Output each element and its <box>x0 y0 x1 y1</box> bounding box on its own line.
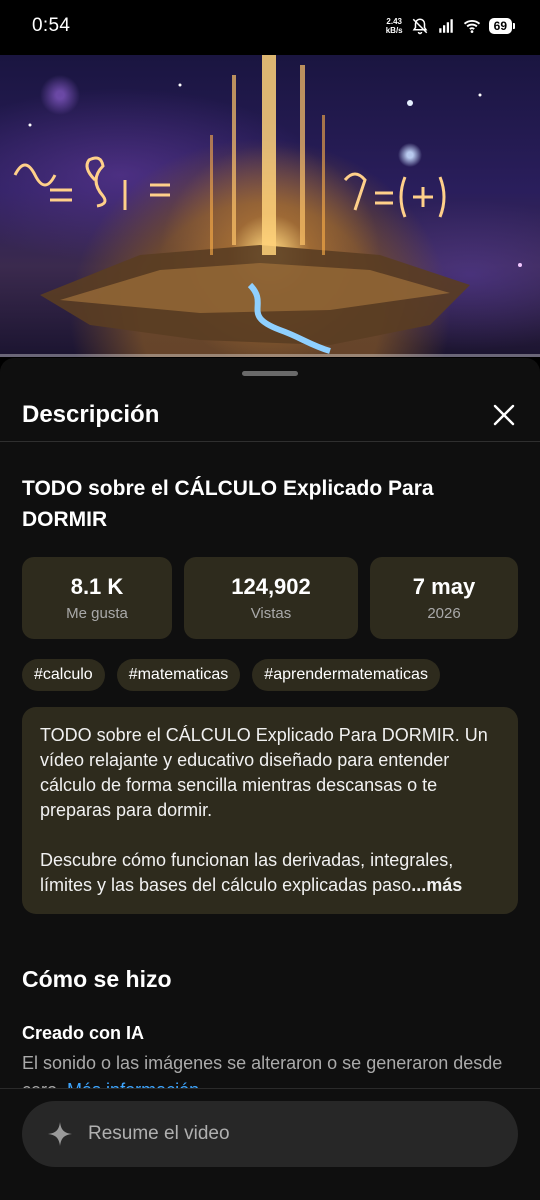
video-frame-art <box>13 55 522 354</box>
description-sheet: Descripción TODO sobre el CÁLCULO Explic… <box>0 358 540 1200</box>
ai-created-text: El sonido o las imágenes se alteraron o … <box>22 1050 518 1088</box>
show-more-button[interactable]: ...más <box>411 875 462 895</box>
hashtag-chip[interactable]: #aprendermatematicas <box>252 659 440 691</box>
date-stat: 7 may 2026 <box>370 557 518 639</box>
description-paragraph: TODO sobre el CÁLCULO Explicado Para DOR… <box>40 725 488 820</box>
more-info-link[interactable]: Más información <box>67 1080 199 1088</box>
battery-indicator: 69 <box>488 18 516 34</box>
bottom-bar: Resume el video <box>0 1088 540 1200</box>
status-bar: 0:54 2.43 kB/s 69 <box>0 0 540 52</box>
summarize-video-input[interactable]: Resume el video <box>22 1101 518 1167</box>
wifi-icon <box>463 19 480 33</box>
description-paragraph: Descubre cómo funcionan las derivadas, i… <box>40 848 500 898</box>
sparkle-icon <box>48 1122 72 1146</box>
how-made-section-title: Cómo se hizo <box>22 966 172 992</box>
network-speed: 2.43 kB/s <box>386 17 403 35</box>
network-speed-value: 2.43 <box>386 17 402 26</box>
sheet-header: Descripción <box>0 388 540 442</box>
ai-created-title: Creado con IA <box>22 1023 145 1043</box>
bell-muted-icon <box>412 18 428 35</box>
video-player[interactable] <box>0 55 540 357</box>
description-paragraph-text: Descubre cómo funcionan las derivadas, i… <box>40 850 454 895</box>
signal-icon <box>438 19 453 33</box>
likes-value: 8.1 K <box>70 574 124 599</box>
views-label: Vistas <box>250 605 292 622</box>
video-progress-bar[interactable] <box>0 354 540 357</box>
video-title: TODO sobre el CÁLCULO Explicado Para DOR… <box>22 477 434 531</box>
close-icon <box>493 404 515 425</box>
views-stat: 124,902 Vistas <box>184 557 358 639</box>
close-button[interactable] <box>488 399 520 431</box>
status-icons: 2.43 kB/s 69 <box>386 17 516 35</box>
summarize-placeholder: Resume el video <box>88 1123 230 1144</box>
sheet-title: Descripción <box>22 400 160 428</box>
date-year: 2026 <box>427 605 461 622</box>
hashtags: #calculo #matematicas #aprendermatematic… <box>22 659 518 691</box>
stats-row: 8.1 K Me gusta 124,902 Vistas 7 may 2026 <box>22 557 518 639</box>
date-value: 7 may <box>412 574 476 599</box>
drag-handle[interactable] <box>242 371 298 376</box>
hashtag-chip[interactable]: #matematicas <box>116 659 241 691</box>
views-value: 124,902 <box>231 574 311 599</box>
hashtag-chip[interactable]: #calculo <box>22 659 105 691</box>
status-time: 0:54 <box>32 15 71 36</box>
network-speed-unit: kB/s <box>385 26 403 35</box>
description-text-box[interactable]: TODO sobre el CÁLCULO Explicado Para DOR… <box>22 707 518 914</box>
description-content[interactable]: TODO sobre el CÁLCULO Explicado Para DOR… <box>0 443 540 1088</box>
likes-label: Me gusta <box>66 605 128 622</box>
likes-stat: 8.1 K Me gusta <box>22 557 172 639</box>
